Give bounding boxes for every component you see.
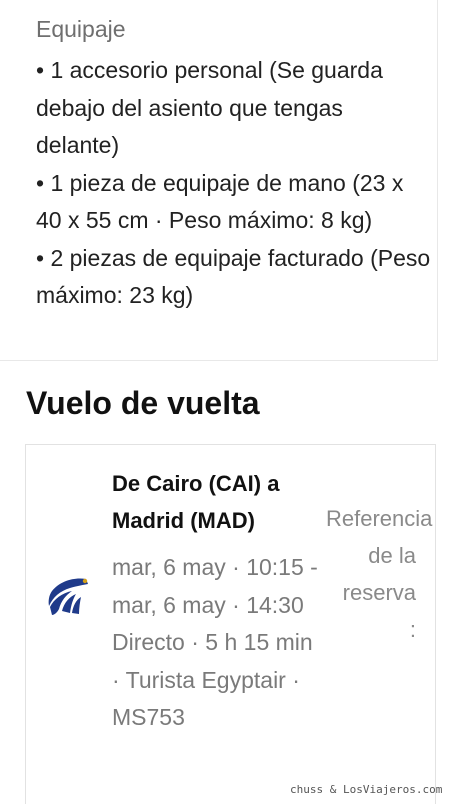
- baggage-title: Equipaje: [36, 16, 126, 42]
- booking-reference: Referencia de la reserva :: [326, 500, 432, 648]
- baggage-item: • 1 pieza de equipaje de mano (23 x 40 x…: [36, 169, 404, 234]
- flight-details: mar, 6 may · 10:15 - mar, 6 may · 14:30 …: [112, 554, 318, 730]
- flight-route: De Cairo (CAI) a Madrid (MAD): [112, 471, 280, 533]
- booking-reference-label: Referencia de la reserva: [326, 506, 433, 605]
- egyptair-logo-icon: [48, 578, 88, 615]
- baggage-list: • 1 accesorio personal (Se guarda debajo…: [36, 52, 431, 315]
- booking-reference-colon: :: [409, 617, 416, 642]
- watermark: chuss & LosViajeros.com: [290, 783, 443, 796]
- baggage-item: • 1 accesorio personal (Se guarda debajo…: [36, 57, 383, 158]
- return-flight-heading: Vuelo de vuelta: [26, 385, 260, 421]
- baggage-item: • 2 piezas de equipaje facturado (Peso m…: [36, 244, 431, 309]
- baggage-card: Equipaje • 1 accesorio personal (Se guar…: [0, 0, 438, 361]
- return-flight-card[interactable]: De Cairo (CAI) a Madrid (MAD) mar, 6 may…: [25, 444, 436, 804]
